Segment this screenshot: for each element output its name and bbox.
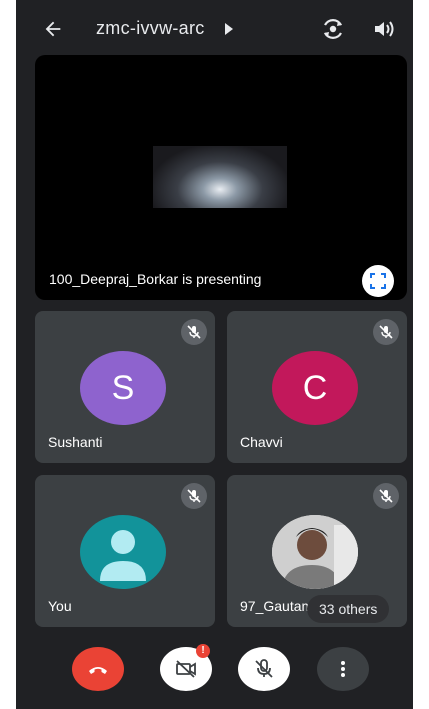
muted-badge xyxy=(373,483,399,509)
phone-hangup-icon xyxy=(89,667,107,674)
end-call-button[interactable] xyxy=(72,647,124,691)
participant-name: Sushanti xyxy=(48,434,103,450)
back-arrow-icon[interactable] xyxy=(42,18,64,40)
fullscreen-icon xyxy=(370,273,386,289)
meeting-code[interactable]: zmc-ivvw-arc xyxy=(96,18,205,39)
mic-off-icon xyxy=(379,325,393,339)
top-bar: zmc-ivvw-arc xyxy=(16,0,413,58)
more-vertical-icon xyxy=(341,661,345,677)
avatar-initial: S xyxy=(111,368,135,407)
participant-tile[interactable]: You xyxy=(35,475,215,627)
speaker-icon[interactable] xyxy=(372,17,396,41)
meet-screen: zmc-ivvw-arc 100_Deepraj_Borkar is prese… xyxy=(16,0,413,709)
avatar: S xyxy=(80,351,166,425)
participant-name: You xyxy=(48,598,72,614)
avatar xyxy=(80,515,166,589)
more-options-button[interactable] xyxy=(317,647,369,691)
caret-right-icon[interactable] xyxy=(224,23,234,35)
muted-badge xyxy=(181,483,207,509)
camera-alert-badge: ! xyxy=(196,644,210,658)
avatar-photo xyxy=(272,515,358,589)
participant-tile[interactable]: S Sushanti xyxy=(35,311,215,463)
presentation-tile[interactable]: 100_Deepraj_Borkar is presenting xyxy=(35,55,407,300)
participant-tile[interactable]: C Chavvi xyxy=(227,311,407,463)
muted-badge xyxy=(181,319,207,345)
avatar-initial: C xyxy=(302,368,328,407)
muted-badge xyxy=(373,319,399,345)
mic-off-icon xyxy=(187,325,201,339)
mic-off-icon xyxy=(379,489,393,503)
avatar: C xyxy=(272,351,358,425)
fullscreen-button[interactable] xyxy=(362,265,394,297)
mic-off-icon xyxy=(187,489,201,503)
camera-off-icon xyxy=(176,660,196,678)
presenter-label: 100_Deepraj_Borkar is presenting xyxy=(49,271,262,287)
mic-toggle-button[interactable] xyxy=(238,647,290,691)
participant-name: 97_Gautam xyxy=(240,598,314,614)
person-icon xyxy=(100,530,146,581)
presentation-video xyxy=(153,146,287,208)
switch-camera-icon[interactable] xyxy=(320,16,346,42)
mic-off-icon xyxy=(255,659,273,678)
others-count-pill[interactable]: 33 others xyxy=(307,595,390,623)
person-photo xyxy=(272,515,358,589)
participant-name: Chavvi xyxy=(240,434,283,450)
